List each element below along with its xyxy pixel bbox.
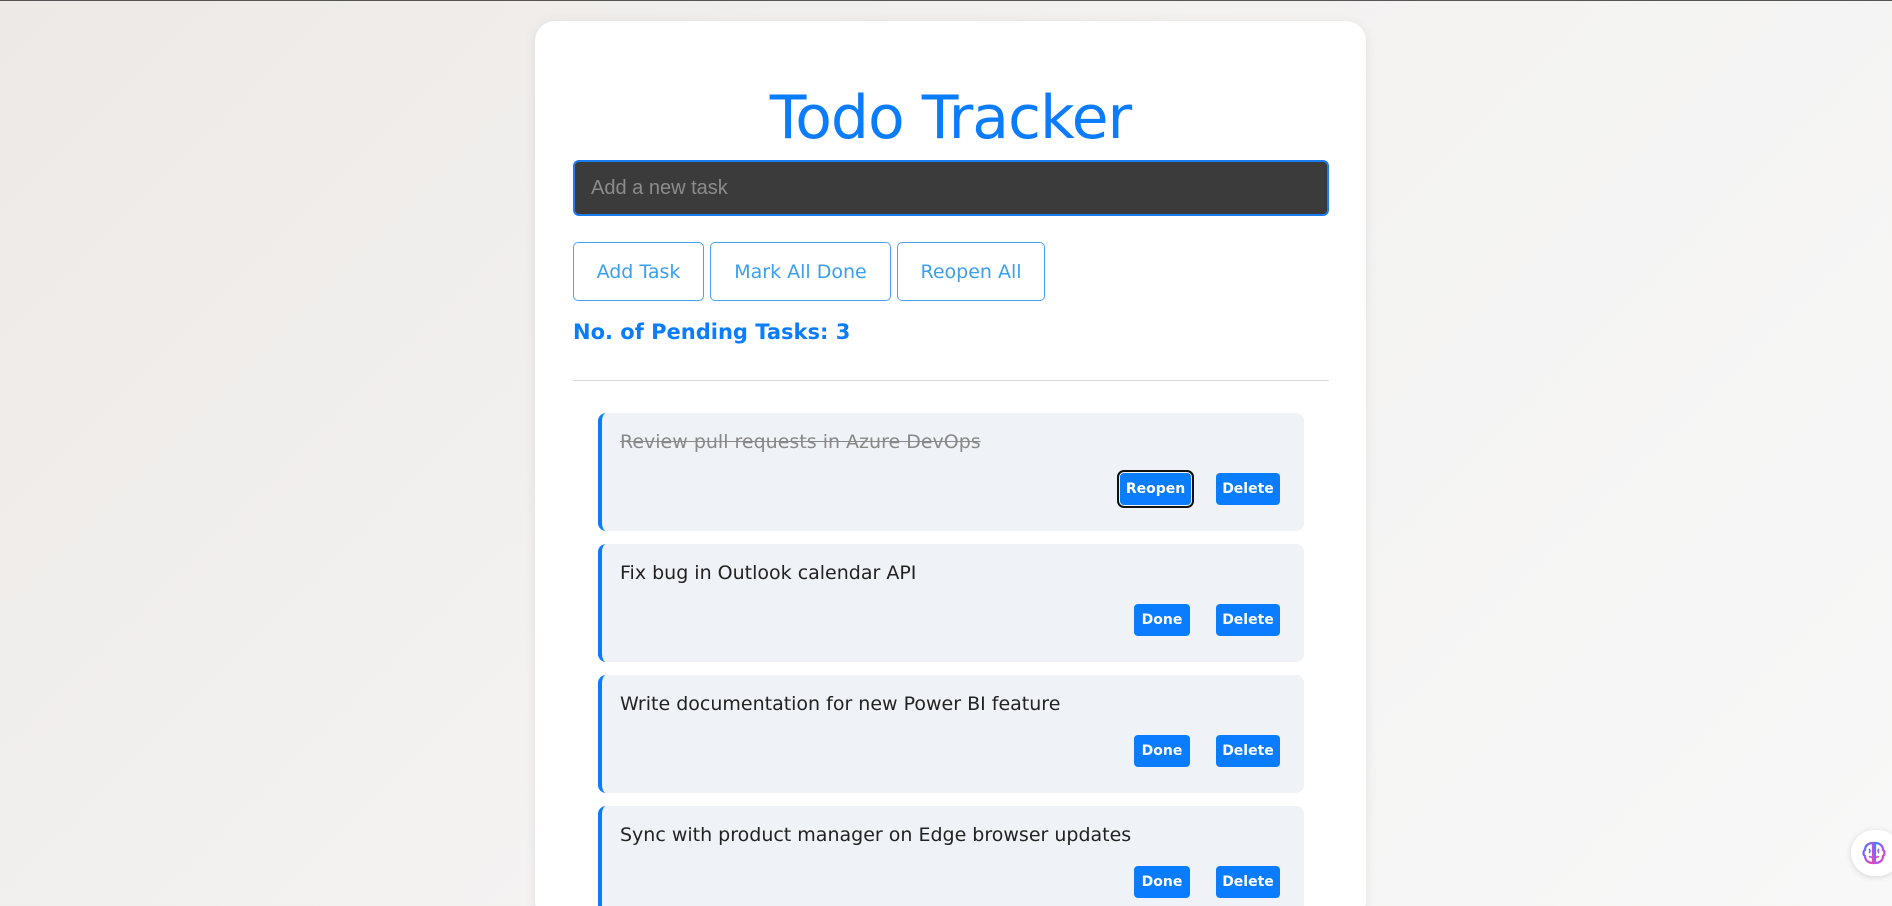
task-item: Sync with product manager on Edge browse… <box>598 806 1304 906</box>
done-button[interactable]: Done <box>1134 866 1190 898</box>
done-button[interactable]: Done <box>1134 604 1190 636</box>
divider <box>573 380 1329 381</box>
copilot-button[interactable] <box>1851 830 1892 876</box>
done-button[interactable]: Done <box>1134 735 1190 767</box>
pending-count: No. of Pending Tasks: 3 <box>573 320 851 344</box>
new-task-input[interactable] <box>573 160 1329 216</box>
task-item: Review pull requests in Azure DevOps Reo… <box>598 413 1304 531</box>
copilot-brain-icon <box>1862 841 1886 865</box>
task-text: Write documentation for new Power BI fea… <box>620 693 1061 715</box>
add-task-button[interactable]: Add Task <box>573 242 704 301</box>
task-item: Fix bug in Outlook calendar API Done Del… <box>598 544 1304 662</box>
task-text: Fix bug in Outlook calendar API <box>620 562 917 584</box>
task-text: Sync with product manager on Edge browse… <box>620 824 1132 846</box>
delete-button[interactable]: Delete <box>1216 866 1280 898</box>
todo-card: Todo Tracker Add Task Mark All Done Reop… <box>535 21 1366 906</box>
delete-button[interactable]: Delete <box>1216 735 1280 767</box>
task-item: Write documentation for new Power BI fea… <box>598 675 1304 793</box>
window-top-border <box>0 0 1892 1</box>
delete-button[interactable]: Delete <box>1216 604 1280 636</box>
delete-button[interactable]: Delete <box>1216 473 1280 505</box>
page-title: Todo Tracker <box>769 83 1132 153</box>
task-text: Review pull requests in Azure DevOps <box>620 431 981 453</box>
reopen-button[interactable]: Reopen <box>1117 470 1194 508</box>
reopen-all-button[interactable]: Reopen All <box>897 242 1045 301</box>
mark-all-done-button[interactable]: Mark All Done <box>710 242 891 301</box>
